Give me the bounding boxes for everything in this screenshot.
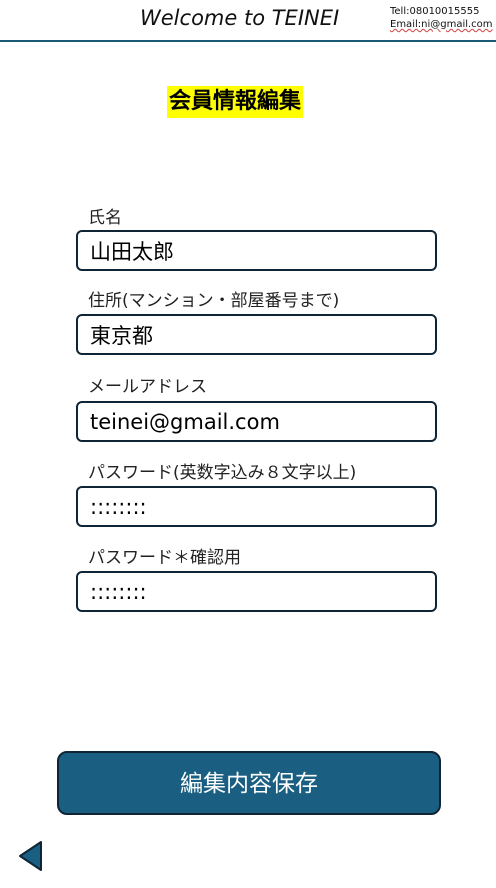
email-input[interactable] (76, 401, 437, 442)
address-input[interactable] (76, 314, 437, 355)
contact-email: Email:ni@gmail.com (390, 19, 493, 30)
app-title: Welcome to TEINEI (140, 6, 340, 30)
back-arrow-icon (19, 841, 42, 871)
address-label: 住所(マンション・部屋番号まで) (88, 291, 340, 311)
contact-info: Tell:08010015555 Email:ni@gmail.com (390, 5, 493, 31)
header-bar: Welcome to TEINEI Tell:08010015555 Email… (0, 0, 496, 42)
password-label: パスワード(英数字込み８文字以上) (88, 463, 357, 483)
back-button[interactable] (18, 840, 44, 872)
name-input[interactable] (76, 230, 437, 271)
member-edit-page: Welcome to TEINEI Tell:08010015555 Email… (0, 0, 496, 888)
password-input[interactable] (76, 486, 437, 527)
page-title: 会員情報編集 (167, 86, 304, 118)
name-label: 氏名 (88, 208, 122, 228)
contact-tel: Tell:08010015555 (390, 6, 480, 17)
password-confirm-input[interactable] (76, 571, 437, 612)
password-confirm-label: パスワード＊確認用 (88, 548, 241, 568)
email-label: メールアドレス (88, 377, 207, 397)
save-button[interactable]: 編集内容保存 (57, 751, 441, 815)
